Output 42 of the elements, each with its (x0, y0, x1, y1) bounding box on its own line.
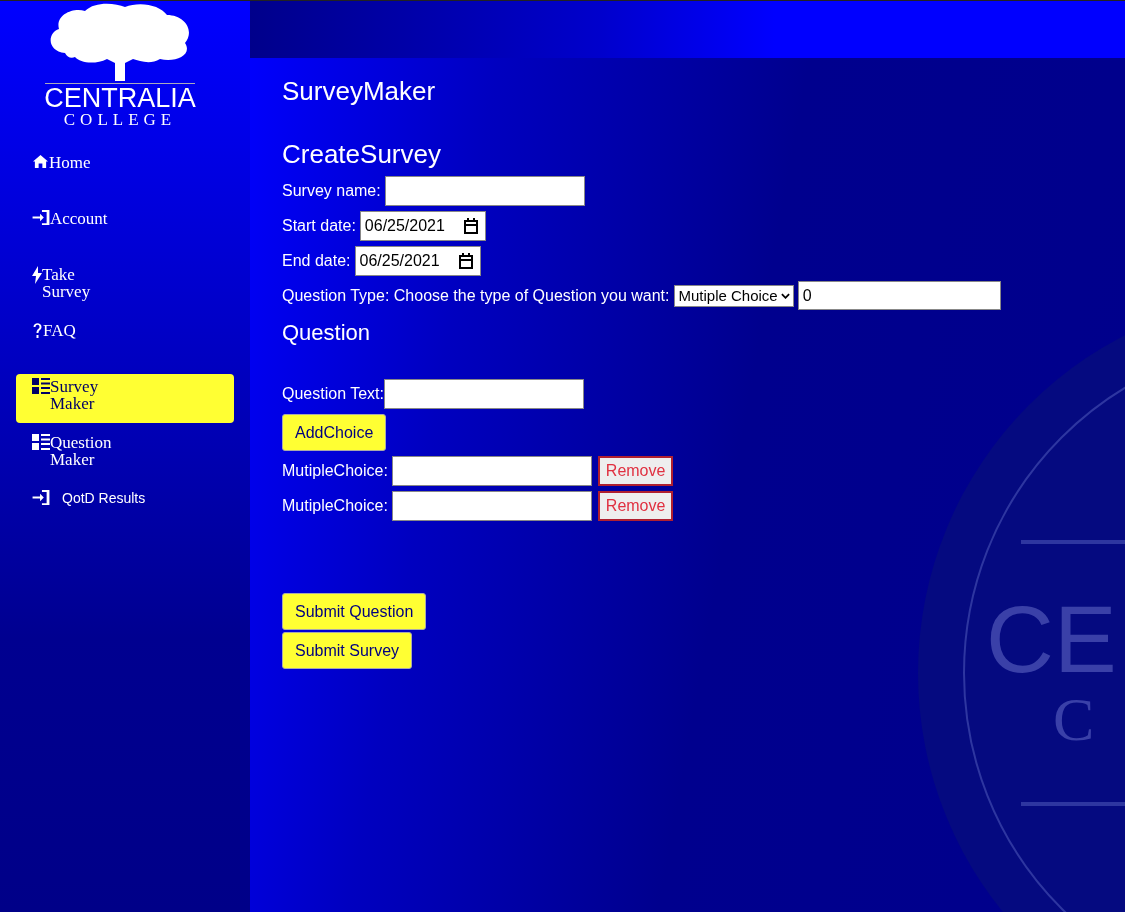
calendar-icon (457, 253, 474, 269)
page-title: SurveyMaker (282, 76, 437, 107)
field-label: Question Text: (282, 385, 384, 403)
field-label: Start date: (282, 217, 356, 235)
input-field[interactable] (384, 176, 585, 206)
date-field[interactable]: 06/25/2021 (359, 211, 486, 241)
input-field[interactable] (391, 491, 592, 521)
home-icon (32, 154, 49, 169)
field-label: Question Type: Choose the type of Question you want: (282, 286, 670, 305)
submit-button[interactable]: Submit Survey (282, 632, 413, 669)
input-field[interactable] (384, 379, 584, 409)
input-field[interactable] (391, 456, 592, 486)
list-grid-icon (32, 434, 50, 450)
section-title: Question (282, 320, 372, 346)
question-type-dropdown[interactable]: Mutiple Choice (673, 284, 794, 307)
field-label: MutipleChoice: (282, 497, 388, 515)
count-field[interactable]: 0 (797, 281, 1001, 310)
date-field[interactable]: 06/25/2021 (354, 246, 481, 276)
sidebar-item[interactable]: Question Maker (16, 430, 158, 479)
calendar-icon (462, 218, 479, 234)
remove-button[interactable]: Remove (597, 491, 674, 521)
field-label: MutipleChoice: (282, 462, 388, 480)
sidebar-item[interactable]: QotD Results (16, 486, 234, 535)
field-label: End date: (282, 252, 351, 270)
sign-in-icon (32, 210, 50, 225)
logo-name: CENTRALIA (44, 84, 196, 112)
list-grid-icon (32, 378, 50, 394)
chevron-icon (780, 292, 790, 299)
lightning-icon (32, 266, 42, 284)
question-mark-icon (32, 322, 43, 340)
submit-button[interactable]: Submit Question (282, 593, 427, 630)
sidebar-item[interactable]: Take Survey (16, 262, 158, 311)
logo-subtitle: COLLEGE (63, 112, 177, 128)
add-choice-button[interactable]: AddChoice (282, 414, 387, 451)
sign-in-icon (32, 490, 50, 505)
section-title: CreateSurvey (282, 139, 442, 170)
remove-button[interactable]: Remove (597, 456, 674, 486)
sidebar-item[interactable]: Home (16, 150, 158, 199)
field-label: Survey name: (282, 182, 381, 200)
sidebar-item[interactable]: FAQ (16, 318, 158, 367)
sidebar-item[interactable]: Account (16, 206, 158, 255)
sidebar-item[interactable]: Survey Maker (16, 374, 234, 423)
